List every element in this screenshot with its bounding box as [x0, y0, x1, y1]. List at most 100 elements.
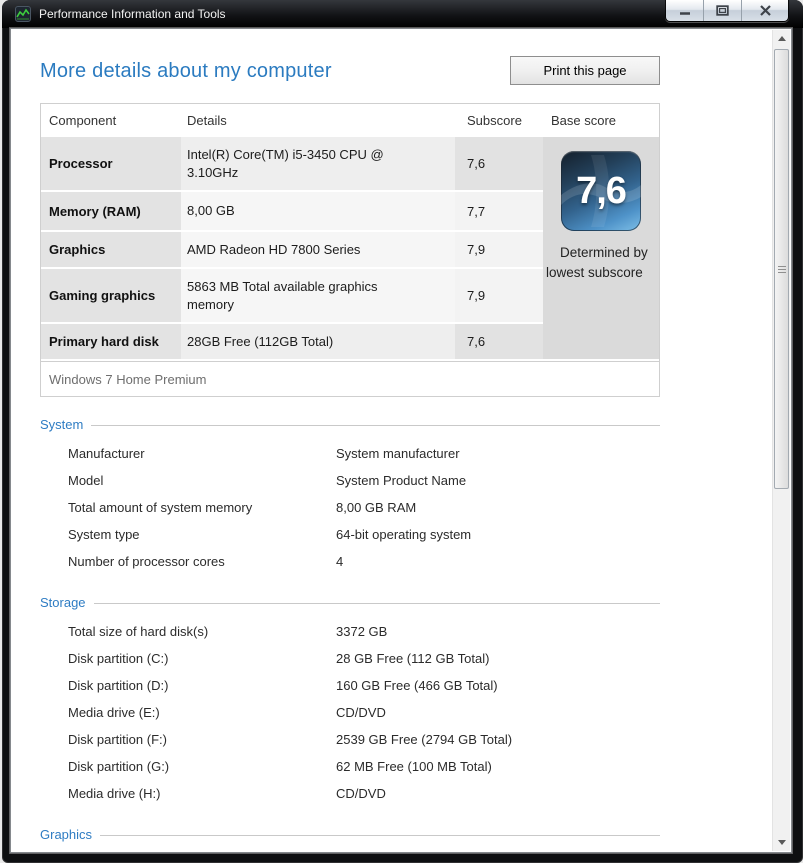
list-item: Disk partition (C:) 28 GB Free (112 GB T…	[40, 645, 660, 672]
scrollbar-grip-icon	[778, 266, 786, 273]
item-label: Number of processor cores	[68, 554, 336, 569]
component-cell: Memory (RAM)	[41, 192, 181, 230]
table-row-processor: Processor Intel(R) Core(TM) i5-3450 CPU …	[41, 137, 543, 190]
section-system: System Manufacturer System manufacturer …	[40, 417, 660, 575]
close-icon	[759, 5, 772, 16]
list-item: Disk partition (D:) 160 GB Free (466 GB …	[40, 672, 660, 699]
item-label: Total size of hard disk(s)	[68, 624, 336, 639]
scrollbar-thumb[interactable]	[774, 49, 789, 489]
item-value: 8,00 GB RAM	[336, 500, 416, 515]
scroll-down-icon	[778, 840, 786, 845]
table-row-graphics: Graphics AMD Radeon HD 7800 Series 7,9	[41, 232, 543, 267]
item-label: Manufacturer	[68, 446, 336, 461]
window-title: Performance Information and Tools	[39, 7, 226, 21]
page-header: More details about my computer Print thi…	[40, 56, 660, 85]
section-divider	[100, 835, 660, 836]
table-row-gaming-graphics: Gaming graphics 5863 MB Total available …	[41, 269, 543, 322]
list-item: Media drive (H:) CD/DVD	[40, 780, 660, 807]
subscore-cell: 7,9	[455, 269, 543, 322]
component-cell: Processor	[41, 137, 181, 190]
subscore-cell: 7,6	[455, 324, 543, 359]
scroll-down-button[interactable]	[773, 834, 790, 851]
component-cell: Gaming graphics	[41, 269, 181, 322]
list-item: Model System Product Name	[40, 467, 660, 494]
component-cell: Graphics	[41, 232, 181, 267]
score-table-body: Processor Intel(R) Core(TM) i5-3450 CPU …	[41, 137, 659, 359]
window-client-area: More details about my computer Print thi…	[10, 28, 792, 853]
title-bar[interactable]: Performance Information and Tools	[2, 0, 803, 28]
item-label: Disk partition (G:)	[68, 759, 336, 774]
page-title: More details about my computer	[40, 60, 332, 83]
item-label: Disk partition (C:)	[68, 651, 336, 666]
section-title: System	[40, 417, 83, 432]
item-label: Media drive (E:)	[68, 705, 336, 720]
item-value: 3372 GB	[336, 624, 387, 639]
list-item: Manufacturer System manufacturer	[40, 440, 660, 467]
item-value: 28 GB Free (112 GB Total)	[336, 651, 489, 666]
subscore-cell: 7,9	[455, 232, 543, 267]
subscore-column-header: Subscore	[455, 113, 543, 128]
base-score-column-header: Base score	[543, 113, 661, 128]
item-value: 62 MB Free (100 MB Total)	[336, 759, 492, 774]
details-cell: 8,00 GB	[181, 192, 455, 230]
scroll-up-button[interactable]	[773, 30, 790, 47]
item-value: CD/DVD	[336, 786, 386, 801]
list-item: Disk partition (F:) 2539 GB Free (2794 G…	[40, 726, 660, 753]
item-label: Media drive (H:)	[68, 786, 336, 801]
app-window: Performance Information and Tools More d…	[2, 0, 803, 863]
close-button[interactable]	[742, 0, 788, 21]
base-score-badge: 7,6	[561, 151, 641, 231]
details-cell: 28GB Free (112GB Total)	[181, 324, 455, 359]
item-value: 160 GB Free (466 GB Total)	[336, 678, 498, 693]
section-rows: Manufacturer System manufacturer Model S…	[40, 440, 660, 575]
section-storage: Storage Total size of hard disk(s) 3372 …	[40, 595, 660, 807]
item-value: System Product Name	[336, 473, 466, 488]
list-item: System type 64-bit operating system	[40, 521, 660, 548]
list-item: Total amount of system memory 8,00 GB RA…	[40, 494, 660, 521]
scroll-up-icon	[778, 36, 786, 41]
section-header: Storage	[40, 595, 660, 610]
subscore-cell: 7,6	[455, 137, 543, 190]
section-header: Graphics	[40, 827, 660, 842]
details-cell: 5863 MB Total available graphics memory	[181, 269, 455, 322]
details-cell: AMD Radeon HD 7800 Series	[181, 232, 455, 267]
item-value: 4	[336, 554, 343, 569]
details-column-header: Details	[181, 113, 455, 128]
vertical-scrollbar[interactable]	[772, 30, 790, 851]
performance-monitor-icon	[15, 6, 31, 22]
item-label: Model	[68, 473, 336, 488]
window-caption-buttons	[665, 0, 789, 22]
item-label: Disk partition (D:)	[68, 678, 336, 693]
base-score-caption: Determined by lowest subscore	[543, 243, 659, 283]
list-item: Disk partition (G:) 62 MB Free (100 MB T…	[40, 753, 660, 780]
section-rows: Total size of hard disk(s) 3372 GB Disk …	[40, 618, 660, 807]
section-graphics: Graphics	[40, 827, 660, 842]
item-label: Total amount of system memory	[68, 500, 336, 515]
section-divider	[94, 603, 660, 604]
table-row-primary-hard-disk: Primary hard disk 28GB Free (112GB Total…	[41, 324, 543, 359]
score-rows: Processor Intel(R) Core(TM) i5-3450 CPU …	[41, 137, 543, 359]
item-value: 2539 GB Free (2794 GB Total)	[336, 732, 512, 747]
component-column-header: Component	[41, 113, 181, 128]
score-table: Component Details Subscore Base score Pr…	[40, 103, 660, 397]
os-edition-label: Windows 7 Home Premium	[41, 361, 659, 396]
print-this-page-button[interactable]: Print this page	[510, 56, 660, 85]
item-value: System manufacturer	[336, 446, 460, 461]
list-item: Total size of hard disk(s) 3372 GB	[40, 618, 660, 645]
section-divider	[91, 425, 660, 426]
maximize-icon	[716, 5, 729, 16]
item-value: 64-bit operating system	[336, 527, 471, 542]
component-cell: Primary hard disk	[41, 324, 181, 359]
list-item: Number of processor cores 4	[40, 548, 660, 575]
section-title: Storage	[40, 595, 86, 610]
base-score-value: 7,6	[561, 151, 641, 231]
section-title: Graphics	[40, 827, 92, 842]
maximize-button[interactable]	[704, 0, 742, 21]
details-page: More details about my computer Print thi…	[12, 30, 772, 851]
section-header: System	[40, 417, 660, 432]
item-label: Disk partition (F:)	[68, 732, 336, 747]
list-item: Media drive (E:) CD/DVD	[40, 699, 660, 726]
minimize-button[interactable]	[666, 0, 704, 21]
item-value: CD/DVD	[336, 705, 386, 720]
table-row-memory: Memory (RAM) 8,00 GB 7,7	[41, 192, 543, 230]
